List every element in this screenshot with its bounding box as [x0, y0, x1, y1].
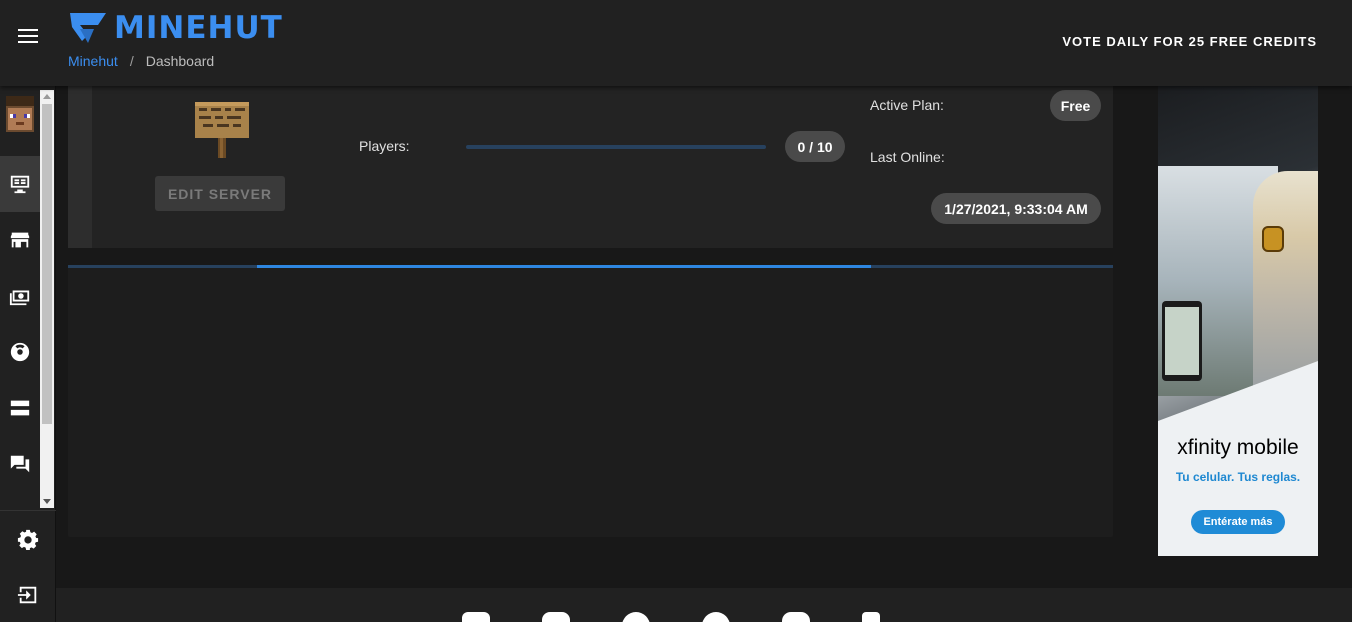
scroll-down-icon[interactable]: [43, 499, 51, 504]
server-card-stripe: [68, 86, 92, 248]
sidebar-item-servers[interactable]: [0, 156, 40, 212]
breadcrumb-current: Dashboard: [145, 53, 215, 69]
loading-progress-fill: [257, 265, 871, 268]
active-plan-label: Active Plan:: [870, 97, 944, 113]
sidebar-item-support[interactable]: [0, 324, 40, 380]
breadcrumb: Minehut / Dashboard: [68, 53, 214, 69]
scroll-up-icon[interactable]: [43, 94, 51, 99]
sidebar-item-settings[interactable]: [0, 511, 56, 567]
store-icon: [10, 232, 30, 248]
active-plan-badge: Free: [1050, 90, 1101, 121]
app-root: MINEHUT Minehut / Dashboard VOTE DAILY F…: [0, 0, 1352, 622]
last-online-badge: 1/27/2021, 9:33:04 AM: [931, 193, 1101, 224]
gear-icon: [17, 529, 39, 550]
players-label: Players:: [359, 138, 410, 154]
minehut-shield-icon: [70, 13, 106, 43]
logout-icon: [17, 586, 37, 604]
edit-server-button[interactable]: EDIT SERVER: [155, 176, 285, 211]
top-app-bar: MINEHUT Minehut / Dashboard VOTE DAILY F…: [0, 0, 1352, 86]
server-card: EDIT SERVER Players: 0 / 10 Active Plan:…: [68, 86, 1113, 248]
player-head-icon: [6, 96, 34, 132]
advertisement[interactable]: xfinity mobile Tu celular. Tus reglas. E…: [1158, 86, 1318, 556]
scrollbar-thumb[interactable]: [42, 104, 52, 424]
footer: [56, 588, 1352, 622]
content-panel: [68, 265, 1113, 537]
monitor-icon: [10, 175, 30, 194]
instagram-icon[interactable]: [462, 612, 490, 622]
tiktok-icon[interactable]: [862, 612, 880, 622]
sidebar-scrollbar[interactable]: [40, 90, 54, 508]
brand-name: MINEHUT: [114, 10, 283, 46]
players-count-badge: 0 / 10: [785, 131, 845, 162]
sidebar-item-credits[interactable]: [0, 268, 40, 324]
minehut-logo[interactable]: MINEHUT: [68, 10, 283, 46]
ad-person: [1253, 171, 1318, 391]
vote-daily-button[interactable]: VOTE DAILY FOR 25 FREE CREDITS: [1062, 34, 1317, 49]
sidebar-item-forum[interactable]: [0, 436, 40, 492]
sidebar-item-store[interactable]: [0, 212, 40, 268]
ad-cta-button[interactable]: Entérate más: [1191, 510, 1285, 534]
ad-tagline: Tu celular. Tus reglas.: [1175, 470, 1301, 484]
twitter-icon[interactable]: [622, 612, 650, 622]
loading-progress-bar: [68, 265, 1113, 268]
sidebar-item-server-list[interactable]: [0, 380, 40, 436]
sign-icon: [195, 102, 249, 158]
lifebuoy-icon: [10, 342, 30, 362]
last-online-label: Last Online:: [870, 149, 945, 165]
money-icon: [9, 290, 30, 306]
breadcrumb-separator: /: [129, 53, 134, 69]
menu-icon[interactable]: [18, 29, 38, 45]
instagram-alt-icon[interactable]: [782, 612, 810, 622]
sidebar: [0, 86, 56, 622]
youtube-icon[interactable]: [542, 612, 570, 622]
ad-sunglasses: [1262, 226, 1284, 252]
dns-icon: [10, 400, 30, 416]
players-progress-bar: [466, 145, 766, 149]
sidebar-item-logout[interactable]: [0, 567, 56, 622]
sidebar-item-avatar[interactable]: [0, 86, 40, 142]
chat-icon: [10, 455, 30, 473]
facebook-icon[interactable]: [702, 612, 730, 622]
ad-brand: xfinity mobile: [1177, 436, 1299, 459]
ad-divider-shape: [1158, 361, 1318, 421]
sidebar-nav: [0, 86, 56, 510]
breadcrumb-root-link[interactable]: Minehut: [68, 53, 118, 69]
